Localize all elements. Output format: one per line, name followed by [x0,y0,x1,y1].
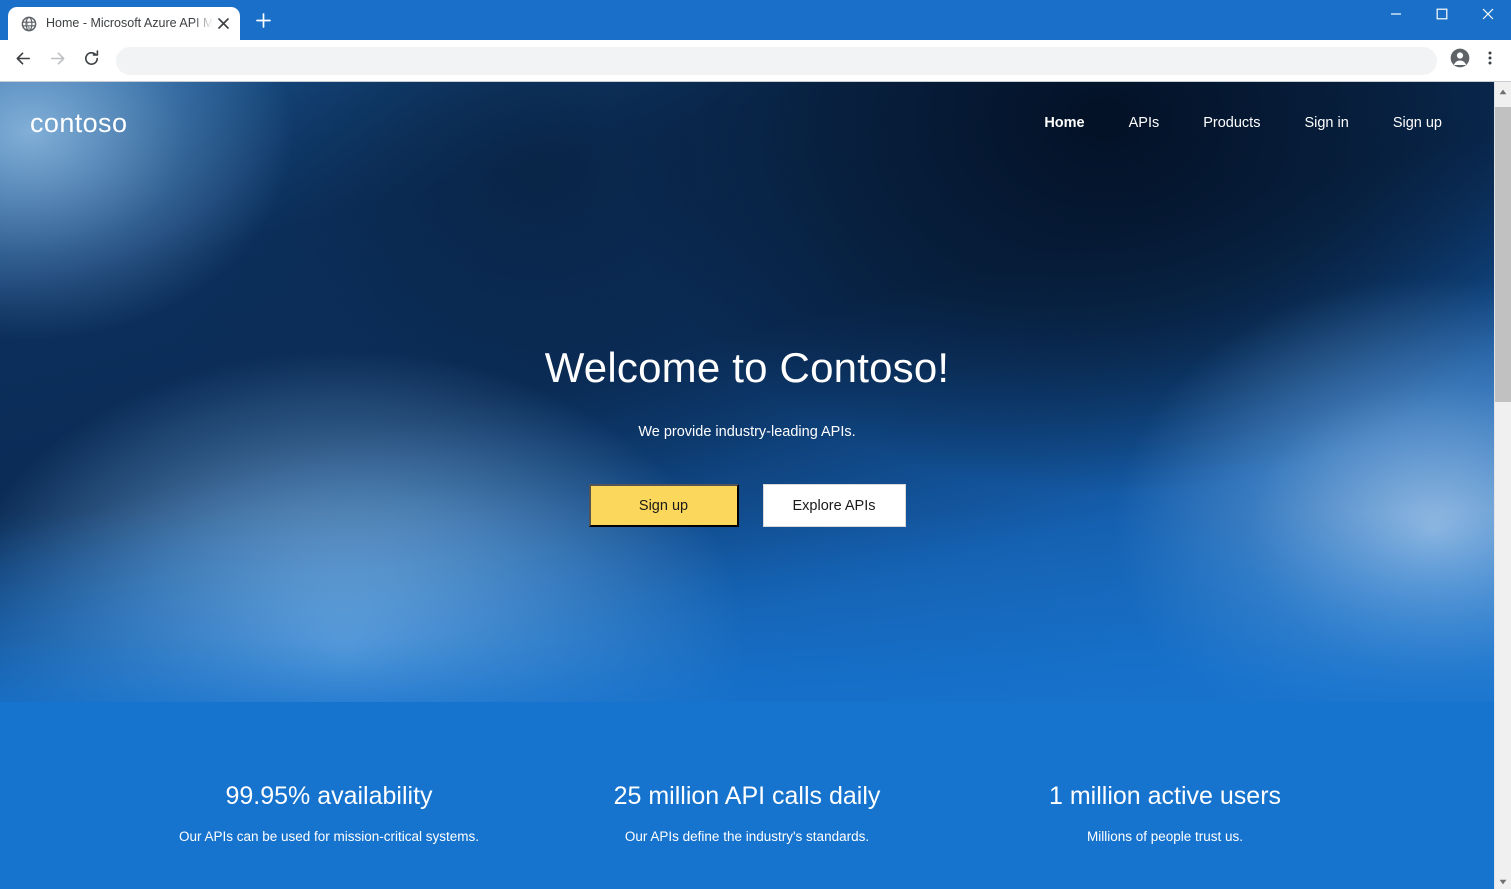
site-logo[interactable]: contoso [30,108,127,139]
stat-label: Our APIs can be used for mission-critica… [178,829,480,844]
maximize-button[interactable] [1419,0,1465,32]
account-circle-icon [1449,47,1471,74]
site-header: contoso Home APIs Products Sign in Sign … [0,82,1494,164]
close-icon[interactable] [213,14,233,34]
minimize-icon [1390,7,1402,25]
nav-item-sign-in[interactable]: Sign in [1282,107,1370,139]
page-viewport: contoso Home APIs Products Sign in Sign … [0,82,1511,889]
three-dot-menu-icon [1482,50,1498,71]
nav-item-home[interactable]: Home [1022,107,1106,139]
hero-title: Welcome to Contoso! [544,344,950,391]
back-button[interactable] [8,46,38,76]
browser-tab[interactable]: Home - Microsoft Azure API Man [8,7,240,40]
scroll-down-arrow-icon [1499,872,1507,889]
minimize-button[interactable] [1373,0,1419,32]
stat-label: Millions of people trust us. [1086,829,1244,844]
scrollbar-down-button[interactable] [1495,872,1511,889]
scrollbar-thumb[interactable] [1495,107,1511,402]
stat-item: 25 million API calls daily Our APIs defi… [538,782,956,844]
back-arrow-icon [14,49,33,73]
reload-icon [82,49,101,73]
contoso-developer-portal: contoso Home APIs Products Sign in Sign … [0,82,1494,889]
reload-button[interactable] [76,46,106,76]
tab-title: Home - Microsoft Azure API Man [46,16,213,30]
stat-item: 1 million active users Millions of peopl… [956,782,1374,844]
hero-cta-group: Sign up Explore APIs [588,484,906,527]
explore-apis-button[interactable]: Explore APIs [762,484,906,527]
stat-value: 99.95% availability [225,782,433,810]
nav-item-products[interactable]: Products [1181,107,1282,139]
browser-window: Home - Microsoft Azure API Man contoso H… [0,0,1511,889]
stats-section: 99.95% availability Our APIs can be used… [0,782,1494,844]
tab-strip: Home - Microsoft Azure API Man [0,0,1511,40]
nav-item-sign-up[interactable]: Sign up [1371,107,1464,139]
scrollbar-track[interactable] [1495,99,1511,872]
stat-value: 25 million API calls daily [613,782,881,810]
nav-item-apis[interactable]: APIs [1107,107,1182,139]
forward-button [42,46,72,76]
maximize-icon [1436,7,1448,25]
scrollbar-up-button[interactable] [1495,82,1511,99]
profile-button[interactable] [1445,46,1475,76]
address-bar[interactable] [116,46,1437,75]
browser-toolbar [0,40,1511,82]
sign-up-button[interactable]: Sign up [588,484,739,527]
stat-value: 1 million active users [1048,782,1282,810]
hero-subtitle: We provide industry-leading APIs. [638,424,856,440]
scroll-up-arrow-icon [1499,82,1507,100]
browser-menu-button[interactable] [1477,46,1503,76]
window-controls [1373,0,1511,40]
hero-gradient-fade [0,512,1494,742]
hero-section: Welcome to Contoso! We provide industry-… [0,344,1494,527]
site-nav: Home APIs Products Sign in Sign up [1022,107,1464,139]
stat-label: Our APIs define the industry's standards… [624,829,870,844]
close-window-button[interactable] [1465,0,1511,32]
page-scrollbar[interactable] [1494,82,1511,889]
stat-item: 99.95% availability Our APIs can be used… [120,782,538,844]
new-tab-button[interactable] [248,8,278,38]
globe-icon [20,15,37,32]
close-icon [1482,7,1494,25]
forward-arrow-icon [48,49,67,73]
toolbar-right-group [1445,46,1503,76]
plus-icon [255,13,271,33]
